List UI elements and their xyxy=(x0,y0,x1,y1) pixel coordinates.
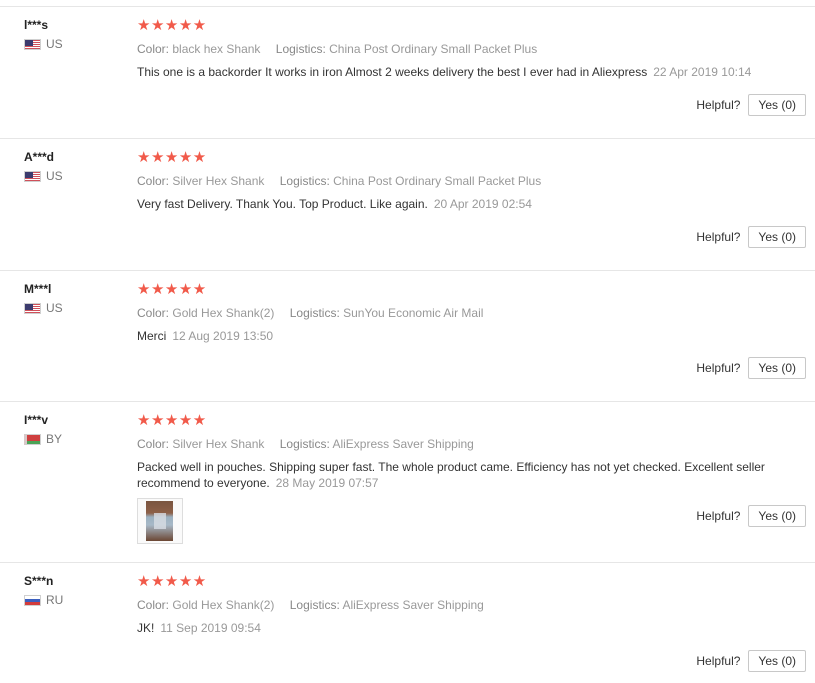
color-value: Silver Hex Shank xyxy=(172,437,265,451)
helpful-label: Helpful? xyxy=(696,509,741,523)
us-flag-icon xyxy=(24,302,41,314)
helpful-section: Helpful? Yes (0) xyxy=(696,357,806,379)
helpful-section: Helpful? Yes (0) xyxy=(696,226,806,248)
helpful-section: Helpful? Yes (0) xyxy=(696,650,806,672)
color-label: Color: xyxy=(137,174,170,188)
reviewer-country: US xyxy=(24,37,63,51)
color-label: Color: xyxy=(137,598,170,612)
color-value: Gold Hex Shank(2) xyxy=(172,306,275,320)
logistics-value: AliExpress Saver Shipping xyxy=(342,598,484,612)
color-label: Color: xyxy=(137,437,170,451)
review-meta: Color: Silver Hex Shank Logistics: China… xyxy=(137,174,541,188)
helpful-section: Helpful? Yes (0) xyxy=(696,505,806,527)
review-text-block: Very fast Delivery. Thank You. Top Produ… xyxy=(137,196,767,212)
reviewer-name: M***l xyxy=(24,282,52,296)
color-value: Gold Hex Shank(2) xyxy=(172,598,275,612)
star-rating: ★★★★★ xyxy=(137,149,207,166)
reviewer-name: S***n xyxy=(24,574,54,588)
review-meta: Color: Silver Hex Shank Logistics: AliEx… xyxy=(137,437,474,451)
country-code: BY xyxy=(46,432,63,446)
review-text-block: JK! 11 Sep 2019 09:54 xyxy=(137,620,767,636)
reviewer-name: I***v xyxy=(24,413,49,427)
country-code: US xyxy=(46,169,63,183)
review-meta: Color: Gold Hex Shank(2) Logistics: AliE… xyxy=(137,598,484,612)
helpful-yes-button[interactable]: Yes (0) xyxy=(748,357,806,379)
helpful-yes-button[interactable]: Yes (0) xyxy=(748,650,806,672)
color-value: Silver Hex Shank xyxy=(172,174,265,188)
logistics-label: Logistics: xyxy=(289,598,340,612)
helpful-yes-button[interactable]: Yes (0) xyxy=(748,505,806,527)
helpful-yes-button[interactable]: Yes (0) xyxy=(748,94,806,116)
review-item: l***s US ★★★★★ Color: black hex Shank Lo… xyxy=(0,7,815,139)
review-date: 20 Apr 2019 02:54 xyxy=(433,197,532,211)
review-item: A***d US ★★★★★ Color: Silver Hex Shank L… xyxy=(0,139,815,271)
reviewer-country: RU xyxy=(24,593,63,607)
logistics-value: AliExpress Saver Shipping xyxy=(332,437,474,451)
review-text: Merci xyxy=(137,329,167,343)
ru-flag-icon xyxy=(24,594,41,606)
star-rating: ★★★★★ xyxy=(137,281,207,298)
helpful-yes-button[interactable]: Yes (0) xyxy=(748,226,806,248)
color-label: Color: xyxy=(137,42,170,56)
reviewer-country: US xyxy=(24,301,63,315)
review-date: 11 Sep 2019 09:54 xyxy=(160,621,261,635)
review-text-block: This one is a backorder It works in iron… xyxy=(137,64,767,80)
star-rating: ★★★★★ xyxy=(137,412,207,429)
logistics-label: Logistics: xyxy=(289,306,340,320)
review-photo xyxy=(146,501,173,541)
logistics-value: China Post Ordinary Small Packet Plus xyxy=(333,174,542,188)
color-label: Color: xyxy=(137,306,170,320)
us-flag-icon xyxy=(24,170,41,182)
review-text: This one is a backorder It works in iron… xyxy=(137,65,648,79)
review-text: JK! xyxy=(137,621,155,635)
us-flag-icon xyxy=(24,38,41,50)
reviewer-name: l***s xyxy=(24,18,49,32)
country-code: RU xyxy=(46,593,64,607)
review-text-block: Packed well in pouches. Shipping super f… xyxy=(137,459,767,491)
review-date: 22 Apr 2019 10:14 xyxy=(653,65,752,79)
helpful-label: Helpful? xyxy=(696,654,741,668)
by-flag-icon xyxy=(24,433,41,445)
logistics-label: Logistics: xyxy=(279,437,330,451)
logistics-label: Logistics: xyxy=(279,174,330,188)
review-text: Packed well in pouches. Shipping super f… xyxy=(137,460,765,490)
review-text-block: Merci 12 Aug 2019 13:50 xyxy=(137,328,767,344)
reviewer-country: BY xyxy=(24,432,62,446)
review-photo-thumbnail[interactable] xyxy=(137,498,183,544)
helpful-label: Helpful? xyxy=(696,98,741,112)
country-code: US xyxy=(46,37,63,51)
review-date: 28 May 2019 07:57 xyxy=(275,476,379,490)
helpful-label: Helpful? xyxy=(696,230,741,244)
review-item: S***n RU ★★★★★ Color: Gold Hex Shank(2) … xyxy=(0,563,815,683)
logistics-label: Logistics: xyxy=(275,42,326,56)
country-code: US xyxy=(46,301,63,315)
review-item: I***v BY ★★★★★ Color: Silver Hex Shank L… xyxy=(0,402,815,563)
review-item: M***l US ★★★★★ Color: Gold Hex Shank(2) … xyxy=(0,271,815,402)
reviewer-country: US xyxy=(24,169,63,183)
review-meta: Color: black hex Shank Logistics: China … xyxy=(137,42,537,56)
review-date: 12 Aug 2019 13:50 xyxy=(172,329,274,343)
star-rating: ★★★★★ xyxy=(137,17,207,34)
reviewer-name: A***d xyxy=(24,150,55,164)
color-value: black hex Shank xyxy=(172,42,261,56)
star-rating: ★★★★★ xyxy=(137,573,207,590)
helpful-section: Helpful? Yes (0) xyxy=(696,94,806,116)
helpful-label: Helpful? xyxy=(696,361,741,375)
logistics-value: SunYou Economic Air Mail xyxy=(343,306,484,320)
review-text: Very fast Delivery. Thank You. Top Produ… xyxy=(137,197,428,211)
logistics-value: China Post Ordinary Small Packet Plus xyxy=(329,42,538,56)
review-meta: Color: Gold Hex Shank(2) Logistics: SunY… xyxy=(137,306,483,320)
